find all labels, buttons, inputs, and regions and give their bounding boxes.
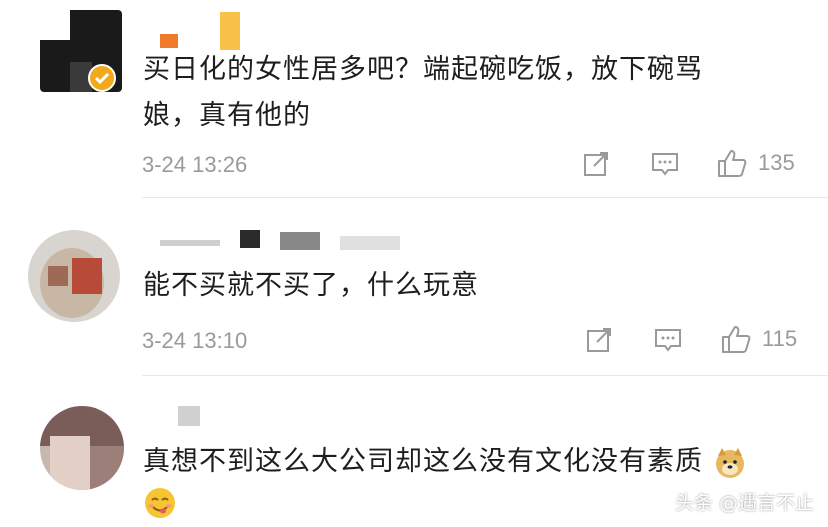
username-blurred[interactable]	[160, 230, 410, 252]
verified-badge	[88, 64, 116, 92]
comment-text-line-1: 能不买就不买了，什么玩意	[143, 270, 479, 301]
comment-time: 3-24 13:10	[142, 328, 248, 353]
comment-icon	[652, 153, 678, 176]
comment-button[interactable]	[650, 150, 680, 178]
comment-button[interactable]	[653, 326, 683, 354]
comment-text-line-1: 真想不到这么大公司却这么没有文化没有素质	[143, 440, 747, 484]
emoji-line	[143, 486, 177, 520]
watermark: 头条 @遇言不止	[674, 492, 814, 514]
comment-time: 3-24 13:26	[142, 152, 248, 177]
like-button[interactable]: 135	[716, 147, 795, 179]
like-button[interactable]: 115	[720, 323, 797, 355]
share-icon	[584, 152, 608, 176]
like-count: 135	[758, 150, 795, 175]
username-blurred[interactable]	[178, 406, 208, 428]
yum-emoji	[145, 488, 175, 518]
share-button[interactable]	[582, 150, 610, 178]
like-icon	[718, 150, 747, 177]
comment-icon	[655, 329, 681, 352]
share-icon	[587, 328, 611, 352]
avatar-3[interactable]	[40, 406, 124, 490]
like-icon	[722, 326, 751, 353]
comment-text-line-1: 买日化的女性居多吧？端起碗吃饭，放下碗骂	[143, 54, 703, 85]
avatar-2[interactable]	[28, 230, 120, 322]
share-button[interactable]	[585, 326, 613, 354]
like-count: 115	[762, 326, 798, 351]
comment-1: 买日化的女性居多吧？端起碗吃饭，放下碗骂 娘，真有他的 3-24 13:26 1…	[0, 0, 828, 200]
doge-emoji	[715, 447, 744, 478]
comment-text: 真想不到这么大公司却这么没有文化没有素质	[143, 446, 703, 477]
comment-2: 能不买就不买了，什么玩意 3-24 13:10 115	[0, 198, 828, 378]
comment-text-line-2: 娘，真有他的	[143, 100, 311, 131]
